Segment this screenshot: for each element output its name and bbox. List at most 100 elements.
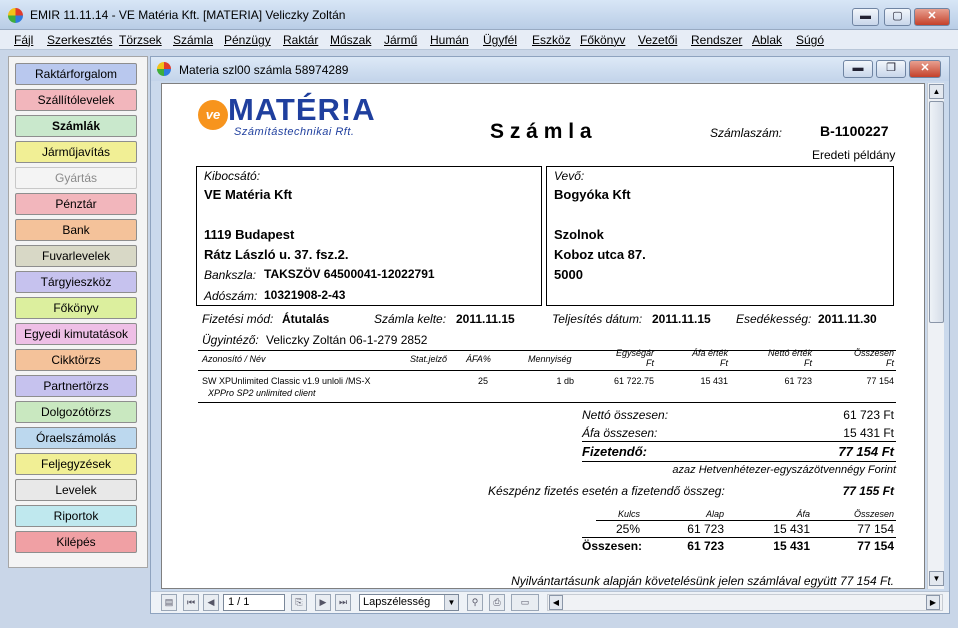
menu-shift[interactable]: Műszak [330, 33, 371, 47]
sidebar-item-bank[interactable]: Bank [15, 219, 137, 241]
sidebar-item-general-ledger[interactable]: Főkönyv [15, 297, 137, 319]
agent-value: Veliczky Zoltán 06-1-279 2852 [266, 333, 428, 347]
document-icon [157, 62, 171, 76]
col-total-unit: Ft [886, 358, 894, 368]
sidebar-item-waybills[interactable]: Fuvarlevelek [15, 245, 137, 267]
summary-total-label: Összesen: [582, 539, 643, 553]
minimize-button[interactable]: ▬ [852, 8, 879, 26]
sidebar-item-cashdesk[interactable]: Pénztár [15, 193, 137, 215]
item-name-line1: SW XPUnlimited Classic v1.9 unloli /MS-X [202, 376, 371, 386]
due-date: 2011.11.30 [818, 312, 877, 326]
menu-invoice[interactable]: Számla [173, 33, 213, 47]
page-number-field[interactable]: 1 / 1 [223, 594, 285, 611]
scroll-down-icon[interactable]: ▼ [929, 571, 944, 586]
scroll-right-icon[interactable]: ▶ [926, 595, 940, 610]
page-view-icon[interactable]: ▤ [161, 594, 177, 611]
menu-window[interactable]: Ablak [752, 33, 782, 47]
col-vat-rate: ÁFA% [466, 354, 491, 364]
issuer-box: Kibocsátó: VE Matéria Kft 1119 Budapest … [196, 166, 542, 306]
goto-page-icon[interactable]: ⎘ [291, 594, 307, 611]
summary-rate: 25% [615, 522, 640, 536]
chevron-down-icon[interactable]: ▼ [444, 595, 458, 610]
sidebar-item-exit[interactable]: Kilépés [15, 531, 137, 553]
menu-warehouse[interactable]: Raktár [283, 33, 318, 47]
invoice-date-label: Számla kelte: [374, 312, 447, 326]
col-net-value: Nettó érték [767, 348, 812, 358]
doc-close-button[interactable]: ✕ [909, 60, 941, 78]
sidebar-item-vehicle-repair[interactable]: Járműjavítás [15, 141, 137, 163]
sidebar-item-fixed-assets[interactable]: Tárgyieszköz [15, 271, 137, 293]
sidebar-item-letters[interactable]: Levelek [15, 479, 137, 501]
last-page-icon[interactable]: ⏭ [335, 594, 351, 611]
payable-label: Fizetendő: [582, 444, 647, 459]
first-page-icon[interactable]: ⏮ [183, 594, 199, 611]
buyer-street: Koboz utca 87. [554, 247, 646, 262]
buyer-city: Szolnok [554, 227, 604, 242]
logo-subtitle: Számítástechnikai Rft. [234, 126, 355, 138]
menu-masters[interactable]: Törzsek [119, 33, 162, 47]
issuer-street: Rátz László u. 37. fsz.2. [204, 247, 349, 262]
zoom-value: Lapszélesség [363, 596, 431, 608]
issuer-label: Kibocsátó: [204, 169, 261, 183]
col-unit-price: Egységár [615, 348, 654, 358]
prev-page-icon[interactable]: ◀ [203, 594, 219, 611]
totals-rule [582, 441, 896, 442]
net-total-label: Nettó összesen: [582, 408, 669, 422]
invoice-heading: S z á m l a [490, 120, 592, 143]
item-total: 77 154 [866, 376, 894, 386]
sidebar-item-timesheets[interactable]: Óraelszámolás [15, 427, 137, 449]
sidebar-item-notes[interactable]: Feljegyzések [15, 453, 137, 475]
search-icon[interactable]: ⚲ [467, 594, 483, 611]
print-icon[interactable]: ⎙ [489, 594, 505, 611]
menu-client[interactable]: Ügyfél [483, 33, 517, 47]
sidebar-item-partner-master[interactable]: Partnertörzs [15, 375, 137, 397]
menu-system[interactable]: Rendszer [691, 33, 742, 47]
doc-restore-button[interactable]: ❐ [876, 60, 906, 78]
summary-col-rate: Kulcs [617, 509, 640, 519]
item-unit-price: 61 722.75 [613, 376, 654, 386]
menu-edit[interactable]: Szerkesztés [47, 33, 112, 47]
zoom-select[interactable]: Lapszélesség ▼ [359, 594, 459, 611]
next-page-icon[interactable]: ▶ [315, 594, 331, 611]
summary-total-total: 77 154 [857, 539, 894, 553]
scroll-up-icon[interactable]: ▲ [929, 84, 944, 99]
horizontal-scrollbar[interactable]: ◀ ▶ [547, 594, 943, 611]
cash-payment-label: Készpénz fizetés esetén a fizetendő össz… [488, 484, 725, 498]
sidebar-item-production[interactable]: Gyártás [15, 167, 137, 189]
sidebar: Raktárforgalom Szállítólevelek Számlák J… [8, 56, 148, 568]
buyer-box: Vevő: Bogyóka Kft Szolnok Koboz utca 87.… [546, 166, 894, 306]
menu-vehicle[interactable]: Jármű [384, 33, 417, 47]
menu-ledger[interactable]: Főkönyv [580, 33, 625, 47]
summary-total: 77 154 [857, 522, 894, 536]
menu-tools[interactable]: Eszköz [532, 33, 571, 47]
menu-finance[interactable]: Pénzügy [224, 33, 271, 47]
menu-hr[interactable]: Humán [430, 33, 469, 47]
scroll-left-icon[interactable]: ◀ [549, 595, 563, 610]
col-quantity: Mennyiség [528, 354, 572, 364]
sidebar-item-custom-reports[interactable]: Egyedi kimutatások [15, 323, 137, 345]
sidebar-item-employee-master[interactable]: Dolgozótörzs [15, 401, 137, 423]
sidebar-item-warehouse-traffic[interactable]: Raktárforgalom [15, 63, 137, 85]
close-button[interactable]: ✕ [914, 8, 950, 26]
tax-label: Adószám: [204, 289, 258, 303]
sidebar-item-delivery-notes[interactable]: Szállítólevelek [15, 89, 137, 111]
sidebar-item-invoices[interactable]: Számlák [15, 115, 137, 137]
maximize-button[interactable]: ▢ [884, 8, 911, 26]
summary-vat: 15 431 [773, 522, 810, 536]
menu-management[interactable]: Vezetői [638, 33, 677, 47]
vat-total: 15 431 Ft [843, 426, 894, 440]
menu-help[interactable]: Súgó [796, 33, 824, 47]
col-vat-value: Áfa érték [691, 348, 728, 358]
payment-label: Fizetési mód: [202, 312, 274, 326]
scroll-thumb[interactable] [929, 101, 944, 323]
invoice-date: 2011.11.15 [456, 312, 515, 326]
doc-minimize-button[interactable]: ▬ [843, 60, 873, 78]
copy-note: Eredeti példány [812, 148, 896, 162]
vertical-scrollbar[interactable]: ▲ ▼ [927, 83, 944, 589]
sidebar-item-item-master[interactable]: Cikktörzs [15, 349, 137, 371]
sidebar-item-reports[interactable]: Riportok [15, 505, 137, 527]
menu-bar: Fájl Szerkesztés Törzsek Számla Pénzügy … [0, 30, 958, 50]
summary-header-rule [596, 520, 896, 521]
export-icon[interactable]: ▭ [511, 594, 539, 611]
menu-file[interactable]: Fájl [14, 33, 33, 47]
